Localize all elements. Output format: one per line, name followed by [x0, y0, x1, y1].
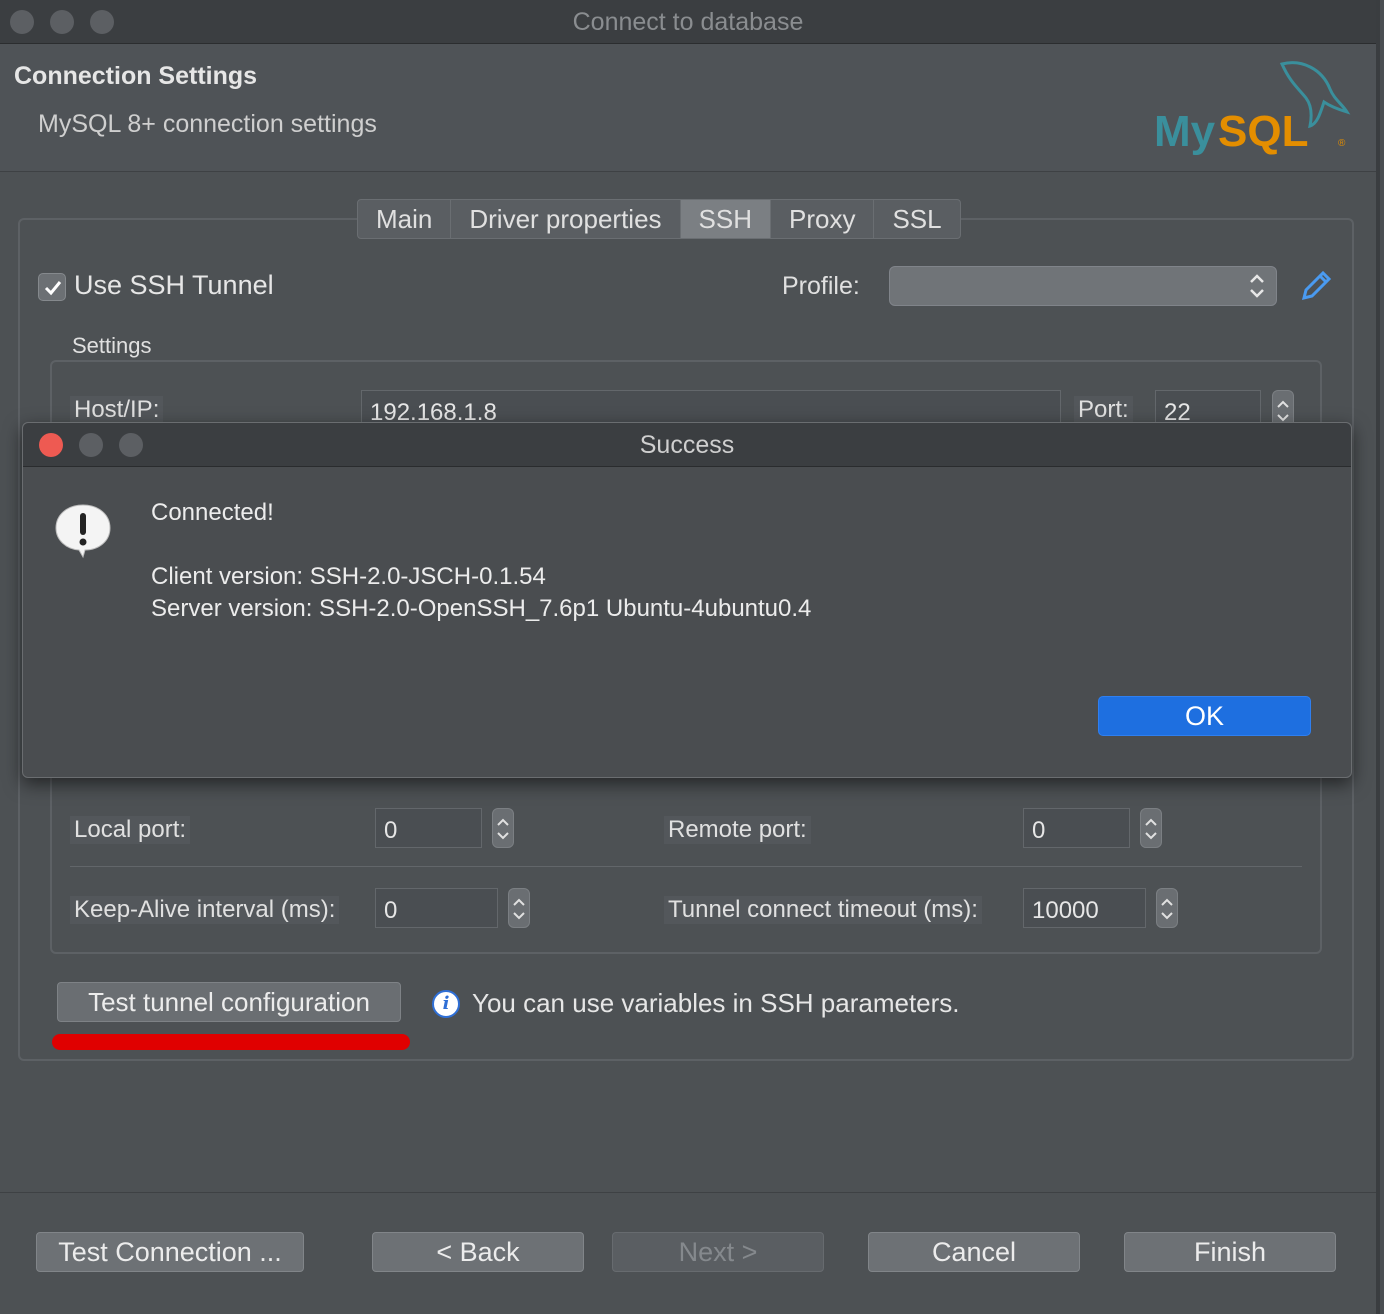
- page-subtitle: MySQL 8+ connection settings: [38, 110, 377, 138]
- svg-text:SQL: SQL: [1218, 107, 1308, 156]
- test-connection-button[interactable]: Test Connection ...: [36, 1232, 304, 1272]
- timeout-stepper[interactable]: [1156, 888, 1178, 928]
- tab-bar: Main Driver properties SSH Proxy SSL: [357, 199, 961, 239]
- remote-port-stepper[interactable]: [1140, 808, 1162, 848]
- tab-driver-properties[interactable]: Driver properties: [451, 200, 681, 238]
- edit-profile-icon[interactable]: [1298, 268, 1334, 304]
- highlight-underline: [52, 1034, 410, 1050]
- divider: [70, 866, 1302, 867]
- profile-select[interactable]: [889, 266, 1277, 306]
- port-label: Port:: [1074, 396, 1133, 424]
- mysql-logo: My SQL ®: [1154, 61, 1351, 156]
- tab-main[interactable]: Main: [358, 200, 452, 238]
- client-version-text: Client version: SSH-2.0-JSCH-0.1.54: [151, 563, 546, 590]
- host-label: Host/IP:: [70, 396, 164, 424]
- timeout-label: Tunnel connect timeout (ms):: [664, 896, 982, 924]
- use-ssh-tunnel-checkbox[interactable]: [38, 273, 66, 301]
- timeout-input[interactable]: 10000: [1023, 888, 1146, 928]
- dialog-title: Success: [639, 431, 735, 459]
- local-port-input[interactable]: 0: [375, 808, 482, 848]
- tab-proxy[interactable]: Proxy: [771, 200, 875, 238]
- svg-text:®: ®: [1338, 138, 1346, 149]
- use-ssh-tunnel-label: Use SSH Tunnel: [74, 270, 274, 300]
- keepalive-input[interactable]: 0: [375, 888, 498, 928]
- info-icon: i: [432, 990, 460, 1018]
- keepalive-label: Keep-Alive interval (ms):: [70, 896, 340, 924]
- cancel-button[interactable]: Cancel: [868, 1232, 1080, 1272]
- test-tunnel-button[interactable]: Test tunnel configuration: [57, 982, 401, 1022]
- svg-text:My: My: [1154, 107, 1216, 156]
- settings-group-label: Settings: [72, 333, 152, 358]
- wizard-header: Connection Settings MySQL 8+ connection …: [0, 44, 1376, 172]
- success-dialog: Success Connected! Client version: SSH-2…: [22, 422, 1352, 778]
- title-bar: Connect to database: [0, 0, 1376, 44]
- tab-ssl[interactable]: SSL: [874, 200, 959, 238]
- keepalive-stepper[interactable]: [508, 888, 530, 928]
- alert-icon: [55, 504, 111, 559]
- dialog-message-title: Connected!: [151, 499, 274, 526]
- back-button[interactable]: < Back: [372, 1232, 584, 1272]
- dialog-title-bar: Success: [23, 423, 1351, 467]
- info-text: You can use variables in SSH parameters.: [472, 988, 960, 1018]
- next-button[interactable]: Next >: [612, 1232, 824, 1272]
- server-version-text: Server version: SSH-2.0-OpenSSH_7.6p1 Ub…: [151, 595, 812, 622]
- remote-port-input[interactable]: 0: [1023, 808, 1130, 848]
- footer-divider: [0, 1192, 1376, 1193]
- remote-port-label: Remote port:: [664, 816, 811, 844]
- checkmark-icon: [44, 281, 62, 296]
- ok-button[interactable]: OK: [1098, 696, 1311, 736]
- local-port-stepper[interactable]: [492, 808, 514, 848]
- page-title: Connection Settings: [14, 62, 258, 90]
- profile-label: Profile:: [782, 272, 860, 300]
- updown-chevron-icon: [1250, 274, 1264, 298]
- finish-button[interactable]: Finish: [1124, 1232, 1336, 1272]
- window-title: Connect to database: [572, 8, 804, 36]
- local-port-label: Local port:: [70, 816, 191, 844]
- tab-ssh[interactable]: SSH: [680, 200, 771, 238]
